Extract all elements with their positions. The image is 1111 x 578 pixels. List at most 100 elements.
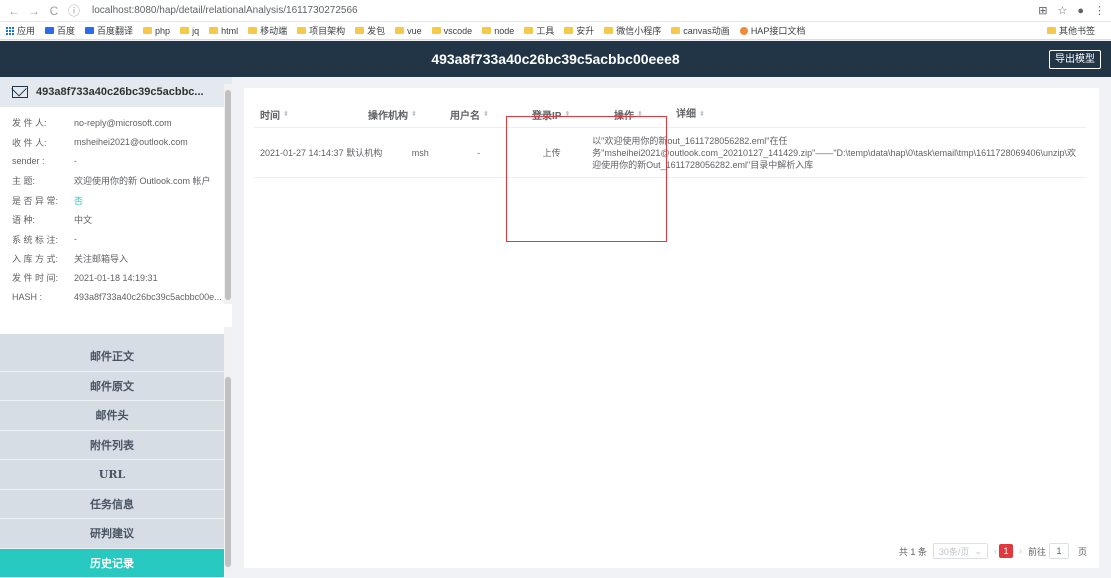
- bookmark-item[interactable]: 百度: [45, 24, 75, 37]
- chevron-down-icon: ⌄: [974, 546, 982, 557]
- bookmark-item[interactable]: 百度翻译: [85, 24, 133, 37]
- info-row: 系 统 标 注:-: [12, 229, 232, 248]
- sort-icon[interactable]: ⬍: [699, 111, 705, 118]
- bookmark-item[interactable]: 工具: [524, 24, 554, 37]
- profile-icon[interactable]: ●: [1077, 5, 1084, 17]
- folder-icon: [432, 27, 441, 34]
- bookmark-item[interactable]: vscode: [432, 26, 473, 36]
- menu-scrollbar[interactable]: [224, 327, 232, 571]
- column-header-ip[interactable]: 登录IP⬍: [532, 107, 614, 122]
- column-header-time[interactable]: 时间⬍: [254, 107, 368, 122]
- translate-icon[interactable]: ⊞: [1038, 4, 1047, 17]
- cell-action: 上传: [543, 146, 593, 159]
- forward-icon[interactable]: →: [26, 3, 42, 19]
- translate-bookmark-icon: [85, 27, 94, 34]
- bookmark-item[interactable]: jq: [180, 26, 199, 36]
- info-row: 主 题:欢迎使用你的新 Outlook.com 帐户: [12, 171, 232, 190]
- bookmark-item[interactable]: 移动端: [248, 24, 287, 37]
- bookmark-item[interactable]: vue: [395, 26, 422, 36]
- bookmark-item[interactable]: 安升: [564, 24, 594, 37]
- scrollbar-thumb[interactable]: [225, 90, 231, 300]
- bookmark-apps[interactable]: 应用: [6, 24, 35, 37]
- sort-icon[interactable]: ⬍: [411, 111, 417, 118]
- info-row: 收 件 人:msheihei2021@outlook.com: [12, 132, 232, 151]
- info-scrollbar[interactable]: [224, 84, 232, 304]
- folder-icon: [1047, 27, 1056, 34]
- star-icon[interactable]: ☆: [1057, 4, 1067, 17]
- info-row: 语 种:中文: [12, 210, 232, 229]
- table-row[interactable]: 2021-01-27 14:14:37 默认机构 msh - 上传 以"欢迎使用…: [254, 128, 1086, 178]
- menu-divider: [0, 334, 224, 342]
- bookmark-item[interactable]: html: [209, 26, 238, 36]
- reload-icon[interactable]: C: [46, 3, 62, 19]
- bookmark-item[interactable]: php: [143, 26, 170, 36]
- sort-icon[interactable]: ⬍: [483, 111, 489, 118]
- cell-ip: -: [477, 148, 542, 158]
- info-row: HASH :493a8f733a40c26bc39c5acbbc00e...: [12, 288, 232, 307]
- column-header-detail[interactable]: 详细⬍: [676, 109, 1086, 121]
- folder-icon: [482, 27, 491, 34]
- page-suffix: 页: [1078, 545, 1087, 558]
- bookmark-item[interactable]: 微信小程序: [604, 24, 661, 37]
- menu-item-attachments[interactable]: 附件列表: [0, 431, 224, 461]
- menu-item-header[interactable]: 邮件头: [0, 401, 224, 431]
- folder-icon: [248, 27, 257, 34]
- pagination-total: 共 1 条: [899, 545, 927, 558]
- prev-page-icon[interactable]: ‹: [994, 546, 997, 556]
- folder-icon: [180, 27, 189, 34]
- bookmark-item[interactable]: canvas动画: [671, 24, 730, 37]
- info-row: 发 件 时 间:2021-01-18 14:19:31: [12, 268, 232, 287]
- menu-item-url[interactable]: URL: [0, 460, 224, 490]
- folder-icon: [297, 27, 306, 34]
- bookmarks-bar: 应用 百度 百度翻译 php jq html 移动端 项目架构 发包 vue v…: [0, 22, 1111, 40]
- scrollbar-thumb[interactable]: [225, 377, 231, 567]
- page-number-current[interactable]: 1: [999, 544, 1013, 558]
- bookmark-item[interactable]: HAP接口文档: [740, 24, 806, 37]
- menu-item-source[interactable]: 邮件原文: [0, 372, 224, 402]
- sort-icon[interactable]: ⬍: [283, 111, 289, 118]
- apps-icon: [6, 27, 14, 35]
- pagination: 共 1 条 30条/页 ⌄ ‹ 1 › 前往 1 页: [893, 543, 1087, 559]
- next-page-icon[interactable]: ›: [1019, 546, 1022, 556]
- history-panel: 时间⬍ 操作机构⬍ 用户名⬍ 登录IP⬍ 操作⬍ 详细⬍ 2021-01-27 …: [244, 88, 1099, 568]
- info-row: 发 件 人:no-reply@microsoft.com: [12, 113, 232, 132]
- info-row: sender :-: [12, 152, 232, 171]
- cell-detail: 以"欢迎使用你的新out_1611728056282.eml"在任务"mshei…: [592, 135, 1086, 171]
- browser-toolbar: ← → C ⓘ localhost:8080/hap/detail/relati…: [0, 0, 1111, 22]
- bookmark-item[interactable]: node: [482, 26, 514, 36]
- export-model-button[interactable]: 导出模型: [1049, 50, 1101, 69]
- sort-icon[interactable]: ⬍: [564, 111, 570, 118]
- more-icon[interactable]: ⋮: [1094, 4, 1105, 17]
- menu-item-task-info[interactable]: 任务信息: [0, 490, 224, 520]
- info-row: 入 库 方 式:关注邮箱导入: [12, 249, 232, 268]
- column-header-user[interactable]: 用户名⬍: [450, 107, 532, 122]
- info-row: 是 否 异 常:否: [12, 191, 232, 210]
- info-icon[interactable]: ⓘ: [66, 3, 82, 19]
- bookmark-item[interactable]: 项目架构: [297, 24, 345, 37]
- sidebar: 493a8f733a40c26bc39c5acbbc... 发 件 人:no-r…: [0, 77, 232, 571]
- cell-org: 默认机构: [346, 146, 411, 159]
- cell-time: 2021-01-27 14:14:37: [254, 148, 346, 158]
- sidebar-title: 493a8f733a40c26bc39c5acbbc...: [36, 86, 204, 98]
- column-header-org[interactable]: 操作机构⬍: [368, 107, 450, 122]
- folder-icon: [143, 27, 152, 34]
- goto-label: 前往: [1028, 545, 1046, 558]
- other-bookmarks[interactable]: 其他书签: [1047, 24, 1095, 37]
- menu-item-body[interactable]: 邮件正文: [0, 342, 224, 372]
- page-size-select[interactable]: 30条/页 ⌄: [933, 543, 988, 559]
- mail-icon: [12, 86, 28, 98]
- folder-icon: [209, 27, 218, 34]
- folder-icon: [355, 27, 364, 34]
- folder-icon: [395, 27, 404, 34]
- goto-page-input[interactable]: 1: [1049, 543, 1069, 559]
- menu-item-history[interactable]: 历史记录: [0, 549, 224, 578]
- sort-icon[interactable]: ⬍: [637, 111, 643, 118]
- menu-item-suggestion[interactable]: 研判建议: [0, 519, 224, 549]
- url-input[interactable]: localhost:8080/hap/detail/relationalAnal…: [92, 5, 358, 16]
- cell-user: msh: [412, 148, 477, 158]
- bookmark-item[interactable]: 发包: [355, 24, 385, 37]
- back-icon[interactable]: ←: [6, 3, 22, 19]
- folder-icon: [524, 27, 533, 34]
- column-header-action[interactable]: 操作⬍: [614, 107, 676, 122]
- sidebar-header: 493a8f733a40c26bc39c5acbbc...: [0, 77, 232, 107]
